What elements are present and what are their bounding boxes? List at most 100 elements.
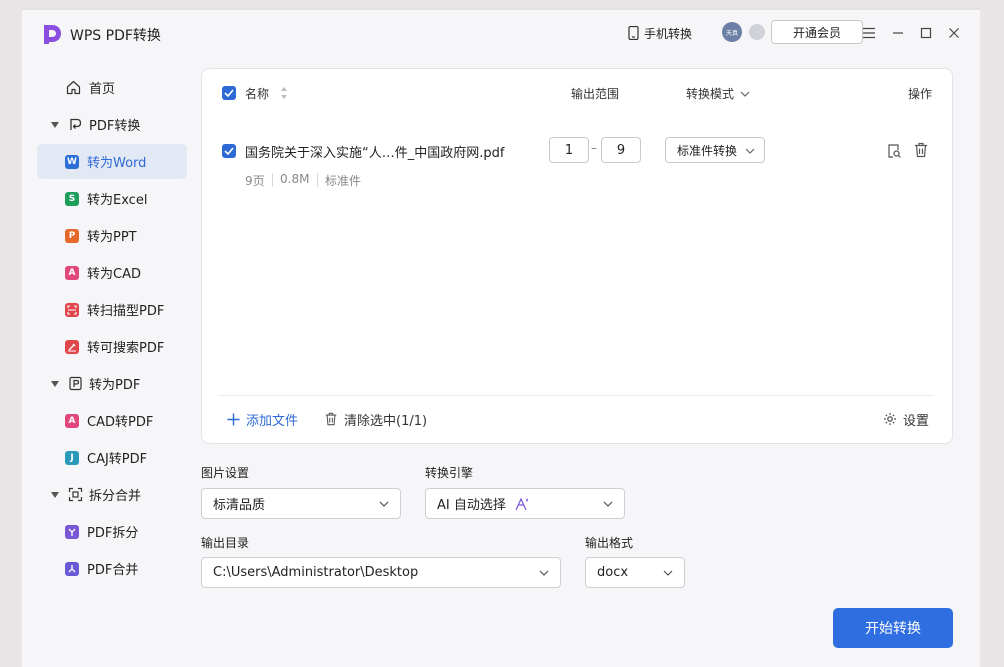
avatar[interactable]: 天真: [722, 22, 742, 42]
start-convert-button[interactable]: 开始转换: [833, 608, 953, 648]
check-icon: [224, 147, 234, 155]
scan-pdf-icon: [65, 302, 79, 317]
sidebar-item-label: 转为PPT: [87, 230, 137, 245]
sidebar-item-label: PDF拆分: [87, 526, 139, 541]
sidebar-item-to-word[interactable]: W 转为Word: [37, 144, 187, 179]
sidebar-item-to-ppt[interactable]: P 转为PPT: [37, 218, 187, 253]
sidebar-item-label: 转为Excel: [87, 193, 148, 208]
sidebar-group-split-merge[interactable]: 拆分合并: [37, 477, 187, 512]
sidebar-item-cad-to-pdf[interactable]: A CAD转PDF: [37, 403, 187, 438]
chevron-down-icon: [740, 91, 750, 97]
sidebar-item-label: 转为CAD: [87, 267, 141, 282]
add-file-button[interactable]: 添加文件: [227, 409, 298, 429]
settings-button[interactable]: 设置: [883, 409, 929, 429]
sidebar-item-pdf-split[interactable]: PDF拆分: [37, 514, 187, 549]
pdf-merge-icon: [65, 561, 79, 576]
output-format-dropdown[interactable]: docx: [585, 557, 685, 588]
minimize-button[interactable]: [888, 23, 908, 43]
file-name: 国务院关于深入实施“人…件_中国政府网.pdf: [245, 146, 505, 161]
caret-down-icon: [49, 489, 61, 501]
file-type: 标准件: [325, 174, 362, 188]
engine-label: 转换引擎: [425, 466, 474, 480]
output-dir-label: 输出目录: [201, 536, 250, 550]
range-to-input[interactable]: 9: [601, 137, 641, 163]
excel-icon: S: [65, 191, 79, 206]
output-dir-dropdown[interactable]: C:\Users\Administrator\Desktop: [201, 557, 561, 588]
sidebar-item-to-scan-pdf[interactable]: 转扫描型PDF: [37, 292, 187, 327]
card-divider: [218, 395, 934, 396]
range-separator: –: [591, 141, 597, 155]
sidebar-item-label: CAD转PDF: [87, 415, 154, 430]
sidebar-item-home[interactable]: 首页: [37, 70, 187, 105]
sidebar-item-label: 转扫描型PDF: [87, 304, 165, 319]
preview-icon[interactable]: [886, 143, 902, 159]
app-window: WPS PDF转换 手机转换 天真 开通会员 首页 PDF转换 W 转为Word…: [22, 8, 980, 667]
image-settings-label: 图片设置: [201, 466, 250, 480]
phone-convert-label: 手机转换: [644, 26, 693, 41]
close-icon: [949, 28, 959, 38]
sidebar-item-label: 拆分合并: [89, 489, 142, 504]
engine-dropdown[interactable]: AI 自动选择: [425, 488, 625, 519]
column-mode-header: 转换模式: [686, 87, 735, 101]
gear-icon: [884, 413, 896, 425]
output-format-value: docx: [597, 565, 629, 580]
column-action-header: 操作: [908, 87, 933, 101]
app-title: WPS PDF转换: [70, 28, 161, 44]
sidebar-group-pdf-convert[interactable]: PDF转换: [37, 107, 187, 142]
ai-sparkle-icon: [515, 497, 528, 510]
mode-header-dropdown[interactable]: 转换模式: [686, 85, 750, 102]
home-icon: [65, 80, 81, 96]
sidebar-item-label: 转为Word: [87, 156, 147, 171]
caret-down-icon: [49, 119, 61, 131]
sidebar-item-caj-to-pdf[interactable]: J CAJ转PDF: [37, 440, 187, 475]
open-membership-button[interactable]: 开通会员: [771, 20, 863, 44]
maximize-button[interactable]: [916, 23, 936, 43]
clear-selected-button[interactable]: 清除选中(1/1): [324, 409, 427, 429]
file-list-card: 名称 输出范围 转换模式 操作 国务院关于深入实施“人…件_中国政府网.pdf …: [201, 68, 953, 444]
sidebar-item-label: CAJ转PDF: [87, 452, 148, 467]
meta-divider: [317, 173, 318, 187]
cad-icon: A: [65, 413, 79, 428]
close-button[interactable]: [944, 23, 964, 43]
maximize-icon: [920, 27, 932, 39]
sort-icon[interactable]: [280, 86, 288, 100]
sidebar-item-to-cad[interactable]: A 转为CAD: [37, 255, 187, 290]
delete-icon[interactable]: [913, 142, 929, 158]
phone-icon: [628, 26, 639, 40]
column-range-header: 输出范围: [571, 87, 620, 101]
range-from-input[interactable]: 1: [549, 137, 589, 163]
sidebar-item-to-excel[interactable]: S 转为Excel: [37, 181, 187, 216]
trash-icon: [325, 412, 337, 426]
menu-button[interactable]: [859, 23, 879, 43]
sidebar-item-label: 首页: [89, 82, 116, 97]
convert-mode-select[interactable]: 标准件转换: [665, 137, 765, 163]
to-pdf-icon: [67, 376, 83, 392]
image-quality-dropdown[interactable]: 标清品质: [201, 488, 401, 519]
sidebar-item-label: 转可搜索PDF: [87, 341, 165, 356]
file-size: 0.8M: [280, 172, 310, 186]
ppt-icon: P: [65, 228, 79, 243]
chevron-down-icon: [539, 570, 549, 576]
sidebar-item-to-searchable-pdf[interactable]: 转可搜索PDF: [37, 329, 187, 364]
hamburger-icon: [863, 27, 875, 39]
caret-down-icon: [49, 378, 61, 390]
sidebar-item-pdf-merge[interactable]: PDF合并: [37, 551, 187, 586]
output-dir-value: C:\Users\Administrator\Desktop: [213, 565, 419, 580]
sidebar-item-label: PDF合并: [87, 563, 139, 578]
pdf-split-icon: [65, 524, 79, 539]
split-merge-icon: [67, 487, 83, 503]
phone-convert-button[interactable]: 手机转换: [628, 23, 692, 43]
member-badge-icon: [749, 24, 765, 40]
word-icon: W: [65, 154, 79, 169]
chevron-down-icon: [745, 148, 755, 154]
sidebar-item-label: PDF转换: [89, 119, 141, 134]
wps-pdf-logo-icon: [44, 25, 61, 44]
check-icon: [224, 89, 234, 97]
title-bar: WPS PDF转换 手机转换 天真 开通会员: [22, 8, 980, 58]
sidebar-item-label: 转为PDF: [89, 378, 141, 393]
pdf-convert-icon: [67, 117, 83, 133]
file-checkbox[interactable]: [222, 144, 236, 158]
minimize-icon: [893, 32, 903, 34]
sidebar-group-to-pdf[interactable]: 转为PDF: [37, 366, 187, 401]
select-all-checkbox[interactable]: [222, 86, 236, 100]
